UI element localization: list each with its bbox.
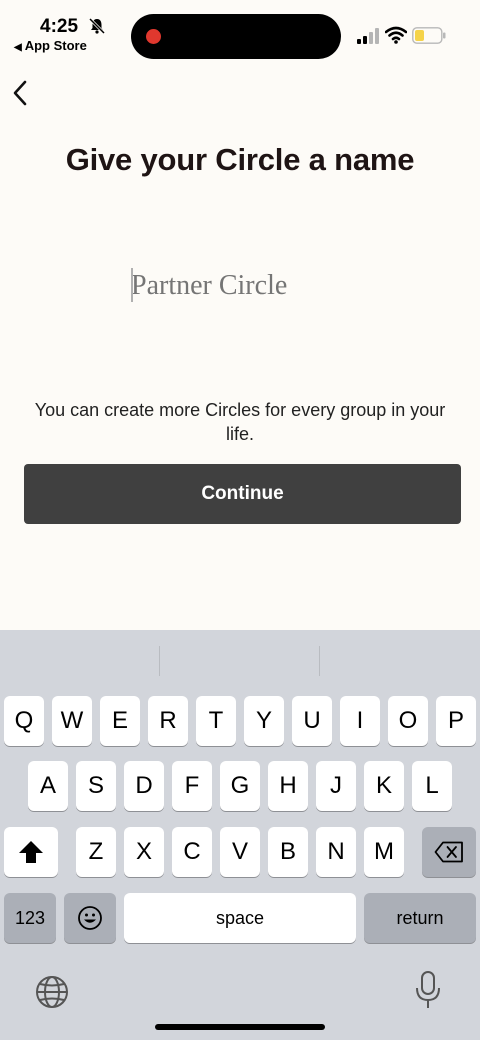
key-t[interactable]: T <box>196 696 236 746</box>
key-d[interactable]: D <box>124 761 164 811</box>
suggestion-divider <box>159 646 160 676</box>
continue-button[interactable]: Continue <box>24 464 461 524</box>
text-caret <box>131 268 133 302</box>
key-p[interactable]: P <box>436 696 476 746</box>
status-time: 4:25 <box>40 16 79 37</box>
numbers-key[interactable]: 123 <box>4 893 56 943</box>
key-m[interactable]: M <box>364 827 404 877</box>
delete-key[interactable] <box>422 827 476 877</box>
key-f[interactable]: F <box>172 761 212 811</box>
key-s[interactable]: S <box>76 761 116 811</box>
dynamic-island <box>131 14 341 59</box>
back-to-app-store[interactable]: ◀ App Store <box>14 38 87 53</box>
wifi-icon <box>385 26 407 44</box>
status-bar: 4:25 ◀ App Store <box>0 0 480 62</box>
key-r[interactable]: R <box>148 696 188 746</box>
globe-icon[interactable] <box>34 974 70 1010</box>
key-a[interactable]: A <box>28 761 68 811</box>
home-indicator[interactable] <box>155 1024 325 1030</box>
bell-muted-icon <box>88 17 106 35</box>
key-k[interactable]: K <box>364 761 404 811</box>
back-chevron-icon[interactable] <box>6 76 36 110</box>
key-e[interactable]: E <box>100 696 140 746</box>
emoji-icon <box>78 906 102 930</box>
key-u[interactable]: U <box>292 696 332 746</box>
key-z[interactable]: Z <box>76 827 116 877</box>
key-x[interactable]: X <box>124 827 164 877</box>
key-h[interactable]: H <box>268 761 308 811</box>
shift-icon <box>19 841 43 863</box>
microphone-icon[interactable] <box>414 970 442 1010</box>
backspace-icon <box>434 841 463 863</box>
recording-indicator <box>146 29 161 44</box>
key-q[interactable]: Q <box>4 696 44 746</box>
keyboard: Q W E R T Y U I O P A S D F G H J K L Z … <box>0 630 480 1040</box>
back-app-label: App Store <box>24 38 87 53</box>
key-j[interactable]: J <box>316 761 356 811</box>
space-key[interactable]: space <box>124 893 356 943</box>
key-v[interactable]: V <box>220 827 260 877</box>
emoji-key[interactable] <box>64 893 116 943</box>
key-c[interactable]: C <box>172 827 212 877</box>
key-i[interactable]: I <box>340 696 380 746</box>
key-o[interactable]: O <box>388 696 428 746</box>
circle-name-input[interactable] <box>131 266 391 306</box>
key-b[interactable]: B <box>268 827 308 877</box>
cellular-signal-icon <box>357 28 379 44</box>
shift-key[interactable] <box>4 827 58 877</box>
hint-text: You can create more Circles for every gr… <box>34 400 446 444</box>
key-y[interactable]: Y <box>244 696 284 746</box>
return-key[interactable]: return <box>364 893 476 943</box>
key-w[interactable]: W <box>52 696 92 746</box>
key-l[interactable]: L <box>412 761 452 811</box>
suggestion-divider <box>319 646 320 676</box>
key-g[interactable]: G <box>220 761 260 811</box>
battery-icon <box>412 27 446 44</box>
key-n[interactable]: N <box>316 827 356 877</box>
page-title: Give your Circle a name <box>65 142 415 177</box>
